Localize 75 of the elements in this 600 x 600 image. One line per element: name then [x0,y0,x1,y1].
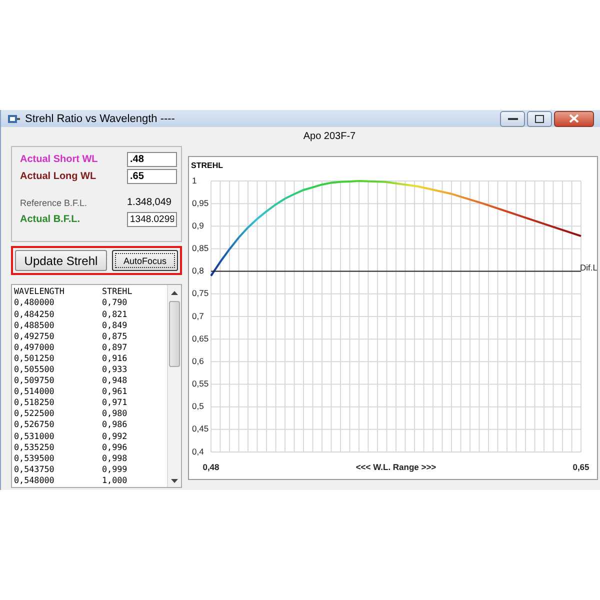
scroll-thumb[interactable] [169,301,180,368]
table-cell: 0,948 [102,375,128,386]
close-button[interactable] [554,110,594,127]
y-tick-label: 0,45 [192,424,209,434]
minimize-button[interactable] [500,110,525,127]
maximize-button[interactable] [527,110,552,127]
y-tick-label: 0,95 [192,198,209,208]
column-header: WAVELENGTH [14,286,66,298]
lens-name: Apo 203F-7 [302,131,357,144]
action-button[interactable]: AutoFocus [112,250,178,272]
table-cell: 0,996 [102,442,128,453]
y-tick-label: 0,85 [192,243,209,254]
table-cell: 0,875 [102,330,128,342]
table-cell: 0,897 [102,342,128,353]
y-tick-label: 0,7 [192,311,204,322]
table-cell: 0,790 [102,297,128,308]
table-cell-text: 0,497000 [14,342,56,353]
reference-line-label: Dif.L [580,262,597,273]
table-cell-text: 0,484250 [14,308,56,320]
table-cell: 0,933 [102,364,128,376]
y-tick-label: 0,9 [192,220,204,231]
table-cell: 0,961 [102,386,128,398]
table-cell-text: 0,539500 [14,452,56,464]
x-tick-label: 0,65 [572,462,590,472]
actual-bfl-label: Actual B.F.L. [20,214,80,226]
scrollbar[interactable] [167,285,181,487]
table-cell-text: 0,488500 [14,320,56,331]
close-icon [569,114,579,124]
table-cell: 0,821 [102,308,128,320]
table-cell-text: 0,535250 [14,442,56,453]
y-tick-label: 0,75 [192,288,209,298]
long-wl-label: Actual Long WL [20,171,96,182]
scroll-up-icon [171,291,178,296]
table-cell: 0,998 [102,452,128,464]
table-cell-text: 0,543750 [14,464,56,475]
table-cell-text: 0,509750 [14,375,56,386]
table-cell-text: 0,518250 [14,397,56,408]
x-tick-label: 0,48 [202,462,220,472]
y-tick-label: 0,65 [192,334,209,344]
short-wl-field[interactable]: .48 [127,152,177,168]
table-cell: 0,980 [102,408,128,420]
long-wl-field[interactable]: .65 [127,169,177,184]
y-tick-label: 1 [192,176,197,186]
scroll-down-icon [171,479,178,483]
y-tick-label: 0,4 [192,446,204,457]
column-header: STREHL [102,286,132,298]
table-cell-text: 0,505500 [14,364,56,376]
table-cell: 0,999 [102,464,128,475]
y-axis-title: STREHL [191,161,223,170]
table-cell: 0,986 [102,419,128,431]
table-cell-text: 0,492750 [14,330,56,342]
table-cell-text: 0,526750 [14,419,56,431]
table-cell: 0,992 [102,430,128,442]
y-tick-label: 0,55 [192,378,209,389]
table-cell-text: 0,514000 [14,386,56,398]
y-tick-label: 0,8 [192,266,204,276]
action-button[interactable]: Update Strehl [15,250,107,272]
reference-bfl-value: 1.348,049 [127,197,172,208]
y-tick-label: 0,5 [192,401,204,412]
table-cell-text: 0,522500 [14,408,56,420]
maximize-icon [535,114,544,123]
reference-bfl-label: Reference B.F.L. [20,198,88,208]
table-cell: 0,849 [102,320,128,331]
table-cell: 0,971 [102,397,128,408]
window-title: Strehl Ratio vs Wavelength ---- [25,112,175,125]
table-cell-text: 0,548000 [14,474,56,486]
app-icon [7,112,21,125]
table-cell: 1,000 [102,474,128,486]
x-axis-title: <<< W.L. Range >>> [356,462,436,472]
table-cell-text: 0,501250 [14,352,56,364]
table-cell: 0,916 [102,352,128,364]
table-cell-text: 0,531000 [14,430,56,442]
y-tick-label: 0,6 [192,356,204,366]
table-cell-text: 0,480000 [14,297,56,308]
short-wl-label: Actual Short WL [20,154,98,166]
